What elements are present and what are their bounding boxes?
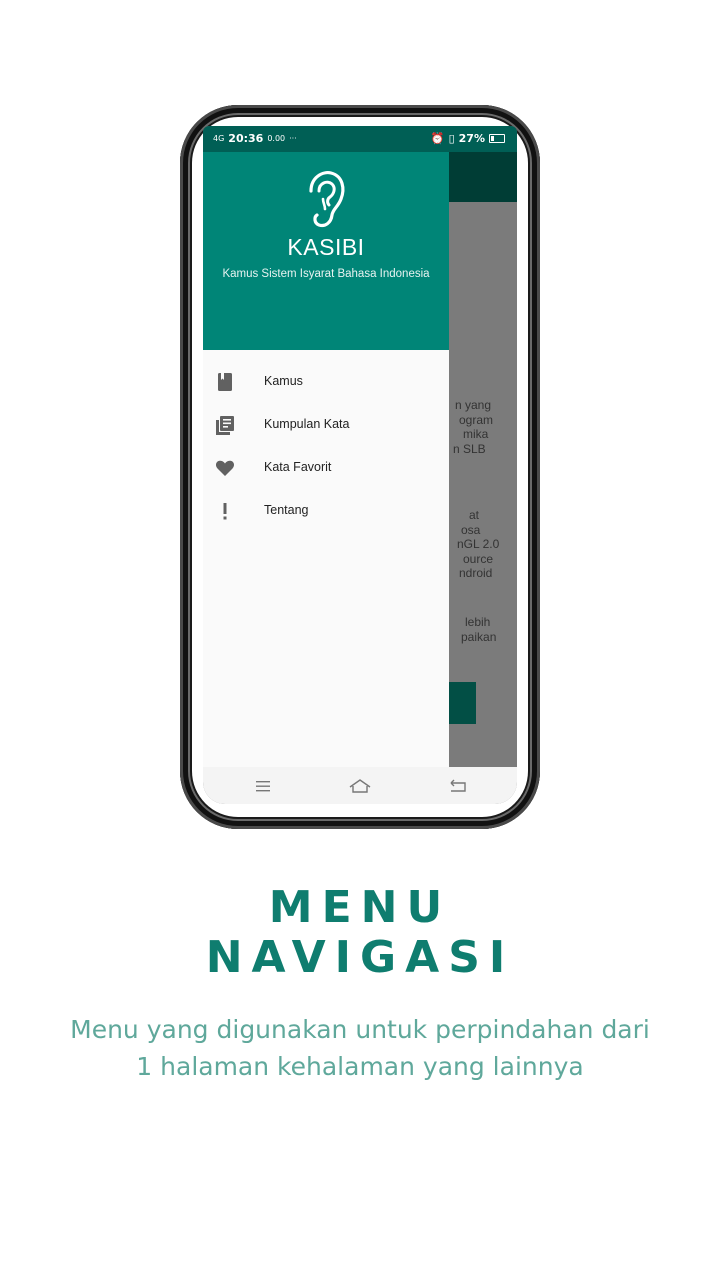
heart-icon [215, 460, 235, 476]
navigation-drawer: KASIBI Kamus Sistem Isyarat Bahasa Indon… [203, 152, 449, 767]
background-paragraph-1: n yang ogram mika n SLB [453, 398, 494, 456]
android-navigation-bar [203, 767, 517, 804]
home-icon[interactable] [345, 774, 375, 798]
menu-item-kumpulan-kata[interactable]: Kumpulan Kata [203, 404, 449, 447]
phone-screen: 4G 20:36 0.00 ··· ⏰ ▯ 27% n yang ogram m… [203, 126, 517, 804]
library-icon [216, 416, 234, 435]
background-button [449, 682, 476, 724]
menu-item-kamus[interactable]: Kamus [203, 361, 449, 404]
promo-title-line-1: MENU [268, 882, 452, 933]
status-more: ··· [289, 134, 297, 143]
background-app-bar [449, 152, 517, 202]
network-indicator: 4G [213, 134, 225, 143]
menu-label-kata-favorit: Kata Favorit [264, 460, 332, 474]
app-name: KASIBI [287, 234, 365, 260]
status-bar: 4G 20:36 0.00 ··· ⏰ ▯ 27% [203, 126, 517, 152]
alarm-icon: ⏰ [430, 132, 445, 145]
exclamation-icon [223, 503, 227, 520]
background-paragraph-2: at osa nGL 2.0 ource ndroid [457, 508, 500, 580]
back-icon[interactable] [443, 774, 473, 798]
menu-label-tentang: Tentang [264, 503, 309, 517]
menu-hamburger-icon[interactable] [248, 774, 278, 798]
drawer-header: KASIBI Kamus Sistem Isyarat Bahasa Indon… [203, 152, 449, 350]
book-icon [218, 373, 232, 391]
menu-label-kumpulan-kata: Kumpulan Kata [264, 417, 350, 431]
background-paragraph-3: lebih paikan [461, 615, 497, 644]
menu-label-kamus: Kamus [264, 374, 303, 388]
network-speed: 0.00 [267, 134, 286, 143]
app-subtitle: Kamus Sistem Isyarat Bahasa Indonesia [222, 268, 430, 280]
battery-icon [489, 134, 505, 143]
promo-description-line-2: 1 halaman kehalaman yang lainnya [136, 1052, 584, 1081]
ear-logo-icon [309, 171, 345, 228]
promo-description-line-1: Menu yang digunakan untuk perpindahan da… [70, 1015, 650, 1044]
menu-item-tentang[interactable]: Tentang [203, 490, 449, 533]
menu-item-kata-favorit[interactable]: Kata Favorit [203, 447, 449, 490]
status-time: 20:36 [228, 132, 264, 145]
battery-percent: 27% [458, 132, 485, 145]
promo-title-line-2: NAVIGASI [205, 932, 515, 983]
vibrate-icon: ▯ [448, 132, 455, 145]
